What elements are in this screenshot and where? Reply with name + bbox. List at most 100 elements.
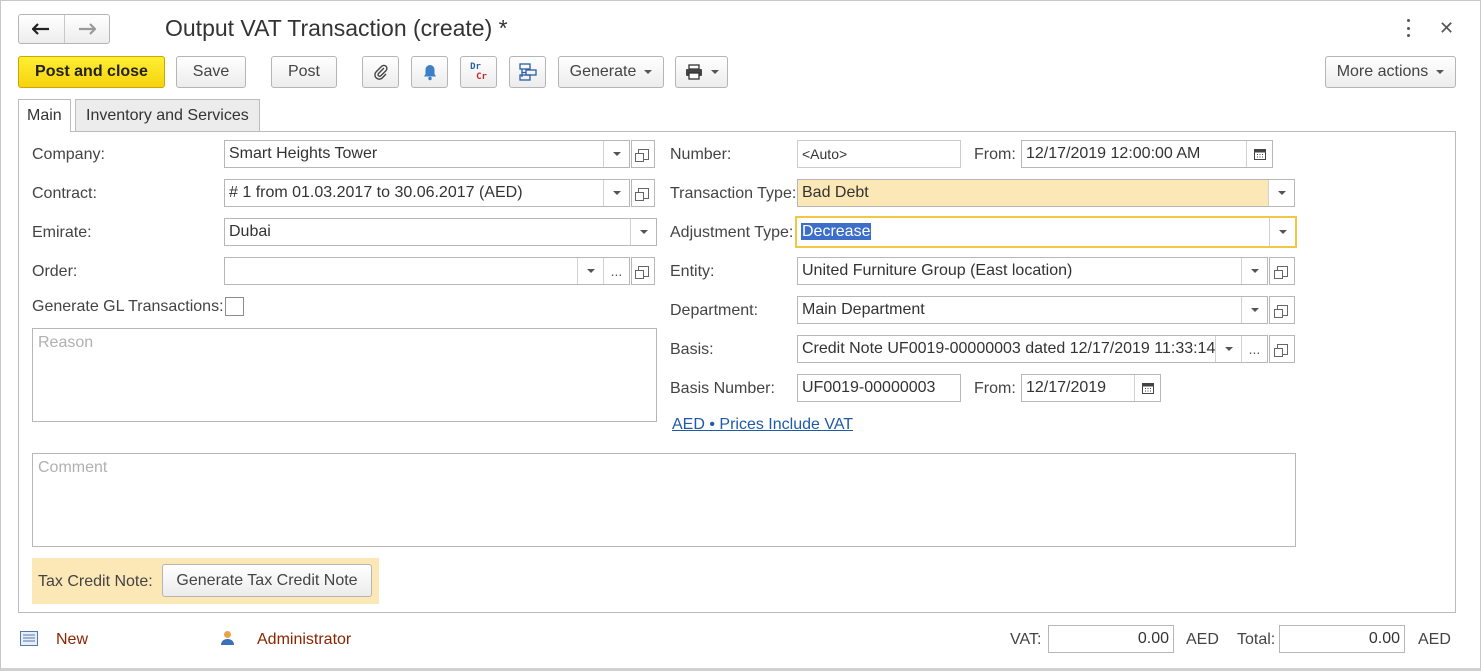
generate-tax-credit-note-button[interactable]: Generate Tax Credit Note <box>162 564 372 597</box>
adjustment-type-label: Adjustment Type: <box>670 224 794 241</box>
user-icon <box>221 631 234 645</box>
basis-select-button[interactable]: ... <box>1241 336 1267 362</box>
chevron-down-icon <box>710 70 719 74</box>
open-window-icon <box>1273 343 1288 357</box>
kebab-menu-icon[interactable] <box>1403 19 1413 37</box>
dr-icon-label: Dr <box>470 62 481 72</box>
transaction-type-label: Transaction Type: <box>670 185 797 202</box>
chevron-down-icon <box>612 152 621 156</box>
basis-dropdown[interactable] <box>1215 336 1241 362</box>
adjustment-type-field[interactable]: Decrease <box>795 216 1297 248</box>
company-value: Smart Heights Tower <box>229 145 378 162</box>
department-field[interactable]: Main Department <box>797 296 1268 324</box>
vat-label: VAT: <box>1010 631 1042 648</box>
arrow-right-icon <box>78 23 96 35</box>
entity-open-button[interactable] <box>1269 257 1295 285</box>
structure-button[interactable] <box>509 56 546 88</box>
number-field[interactable]: <Auto> <box>797 140 961 168</box>
company-label: Company: <box>32 146 105 163</box>
order-dropdown[interactable] <box>577 258 603 284</box>
more-actions-label: More actions <box>1336 63 1429 80</box>
contract-field[interactable]: # 1 from 01.03.2017 to 30.06.2017 (AED) <box>224 179 630 207</box>
adjustment-type-dropdown[interactable] <box>1269 218 1295 246</box>
forward-button[interactable] <box>65 15 110 43</box>
contract-dropdown[interactable] <box>603 180 629 206</box>
post-button[interactable]: Post <box>271 56 337 88</box>
basis-number-label: Basis Number: <box>670 380 775 397</box>
basis-from-date-field[interactable]: 12/17/2019 <box>1021 374 1161 402</box>
chevron-down-icon <box>1278 230 1287 234</box>
printer-icon <box>685 64 702 80</box>
total-value: 0.00 <box>1368 630 1400 647</box>
department-dropdown[interactable] <box>1241 297 1267 323</box>
save-button[interactable]: Save <box>176 56 246 88</box>
order-field[interactable]: ... <box>224 257 630 285</box>
basis-open-button[interactable] <box>1269 335 1295 363</box>
department-value: Main Department <box>802 301 925 318</box>
chevron-down-icon <box>1277 191 1286 195</box>
calendar-icon <box>1141 383 1154 394</box>
transaction-type-field[interactable]: Bad Debt <box>797 179 1295 207</box>
contract-open-button[interactable] <box>631 179 655 207</box>
emirate-field[interactable]: Dubai <box>224 218 657 246</box>
basis-field[interactable]: Credit Note UF0019-00000003 dated 12/17/… <box>797 335 1268 363</box>
from-label: From: <box>974 146 1016 163</box>
tax-credit-label: Tax Credit Note: <box>38 573 153 590</box>
entity-field[interactable]: United Furniture Group (East location) <box>797 257 1268 285</box>
close-icon[interactable]: ✕ <box>1439 18 1454 39</box>
basis-value: Credit Note UF0019-00000003 dated 12/17/… <box>802 340 1215 357</box>
chevron-down-icon <box>1250 269 1259 273</box>
total-field: 0.00 <box>1279 625 1405 653</box>
basis-number-value: UF0019-00000003 <box>802 379 936 396</box>
status-text: New <box>56 631 89 648</box>
order-select-button[interactable]: ... <box>603 258 629 284</box>
reminder-button[interactable] <box>411 56 448 88</box>
generate-button[interactable]: Generate <box>558 56 664 88</box>
company-field[interactable]: Smart Heights Tower <box>224 140 630 168</box>
paperclip-icon <box>373 64 388 80</box>
post-and-close-button[interactable]: Post and close <box>18 56 165 88</box>
calendar-button[interactable] <box>1134 375 1160 401</box>
reason-textarea[interactable]: Reason <box>32 328 657 422</box>
dr-cr-button[interactable]: Dr Cr <box>460 56 497 88</box>
contract-value: # 1 from 01.03.2017 to 30.06.2017 (AED) <box>229 184 523 201</box>
cr-icon-label: Cr <box>476 72 487 82</box>
open-window-icon <box>634 148 649 162</box>
entity-label: Entity: <box>670 263 715 280</box>
structure-icon <box>518 63 537 81</box>
from-date-field[interactable]: 12/17/2019 12:00:00 AM <box>1021 140 1273 168</box>
company-open-button[interactable] <box>631 140 655 168</box>
generate-label: Generate <box>569 63 637 80</box>
emirate-dropdown[interactable] <box>630 219 656 245</box>
company-dropdown[interactable] <box>603 141 629 167</box>
document-status-icon <box>20 631 38 646</box>
tab-inventory-and-services[interactable]: Inventory and Services <box>75 99 260 131</box>
basis-number-field[interactable]: UF0019-00000003 <box>797 374 961 402</box>
transaction-type-dropdown[interactable] <box>1268 180 1294 206</box>
nav-group <box>18 14 110 44</box>
bell-icon <box>423 64 436 80</box>
attach-button[interactable] <box>362 56 399 88</box>
vat-value: 0.00 <box>1137 630 1169 647</box>
tab-main[interactable]: Main <box>18 99 71 132</box>
calendar-button[interactable] <box>1246 141 1272 167</box>
comment-textarea[interactable]: Comment <box>32 453 1296 547</box>
total-currency: AED <box>1418 631 1451 648</box>
currency-link[interactable]: AED • Prices Include VAT <box>672 416 853 434</box>
vat-field: 0.00 <box>1048 625 1174 653</box>
chevron-down-icon <box>1250 308 1259 312</box>
generate-gl-checkbox[interactable] <box>225 297 244 316</box>
chevron-down-icon <box>1224 347 1233 351</box>
print-button[interactable] <box>675 56 728 88</box>
department-open-button[interactable] <box>1269 296 1295 324</box>
contract-label: Contract: <box>32 185 97 202</box>
transaction-type-value: Bad Debt <box>802 184 869 201</box>
arrow-left-icon <box>32 23 50 35</box>
back-button[interactable] <box>19 15 65 43</box>
from-date-value: 12/17/2019 12:00:00 AM <box>1026 145 1201 162</box>
order-open-button[interactable] <box>631 257 655 285</box>
emirate-label: Emirate: <box>32 224 92 241</box>
emirate-value: Dubai <box>229 223 271 240</box>
entity-dropdown[interactable] <box>1241 258 1267 284</box>
more-actions-button[interactable]: More actions <box>1325 56 1456 88</box>
